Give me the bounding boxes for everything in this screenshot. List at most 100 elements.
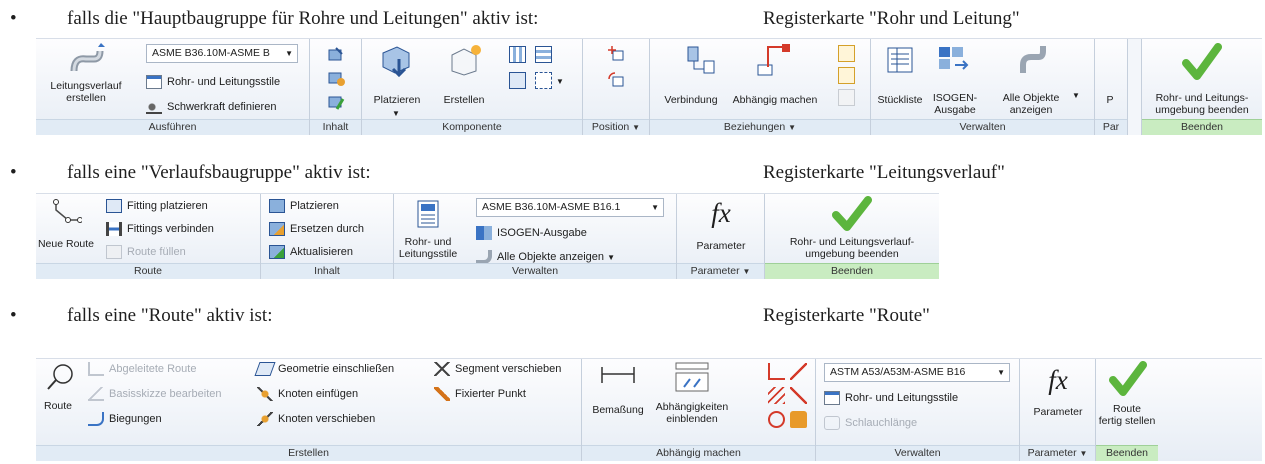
- move-segment-button[interactable]: Segment verschieben: [434, 361, 561, 378]
- group-label-inhalt-2: Inhalt: [261, 263, 393, 279]
- finish-environment-button[interactable]: Rohr- und Leitungs- umgebung beenden: [1142, 92, 1262, 116]
- new-route-button[interactable]: Neue Route: [36, 238, 96, 250]
- styles-button[interactable]: Rohr- und Leitungsstile: [394, 236, 462, 260]
- move-node-button[interactable]: Knoten verschieben: [257, 411, 375, 428]
- group-label-erstellen: Erstellen: [36, 445, 581, 461]
- place-label: Platzieren: [290, 200, 339, 212]
- bullet-line-3: • falls eine "Route" aktiv ist: Register…: [10, 305, 1260, 329]
- tab-name: Registerkarte "Route": [763, 305, 930, 326]
- route-run-icon: [70, 43, 106, 75]
- smooth-constraint-icon[interactable]: [768, 411, 785, 428]
- replace-button[interactable]: Ersetzen durch: [269, 221, 364, 238]
- ribbon-route: Route Abgeleitete Route Basisskizze bear…: [36, 358, 1262, 461]
- create-route-button[interactable]: Leitungsverlauf erstellen: [36, 80, 136, 104]
- bom-button[interactable]: Stückliste: [871, 94, 929, 106]
- group-label-inhalt: Inhalt: [310, 119, 361, 135]
- replace-content-icon[interactable]: [327, 69, 345, 87]
- isogen-icon: [937, 45, 971, 75]
- derived-route-button[interactable]: Abgeleitete Route: [88, 361, 196, 378]
- component-tool-icon-4[interactable]: [535, 72, 552, 89]
- edit-sketch-label: Basisskizze bearbeiten: [109, 388, 222, 400]
- relation-tool-icon-3[interactable]: [838, 89, 855, 106]
- insert-node-button[interactable]: Knoten einfügen: [257, 386, 358, 403]
- dependent-button[interactable]: Abhängig machen: [726, 94, 824, 106]
- chevron-down-icon: ▼: [788, 123, 797, 132]
- fill-route-label: Route füllen: [127, 246, 186, 258]
- finish-route-button[interactable]: Route fertig stellen: [1096, 403, 1158, 427]
- tangent-constraint-icon[interactable]: [790, 363, 807, 380]
- include-geometry-button[interactable]: Geometrie einschließen: [254, 361, 394, 378]
- group-label-verwalten: Verwalten: [871, 119, 1094, 135]
- insert-node-icon: [257, 387, 273, 402]
- place-content-icon[interactable]: [327, 46, 345, 64]
- edit-sketch-icon: [88, 387, 104, 402]
- style-select-3[interactable]: ASTM A53/A53M-ASME B16 ▼: [824, 363, 1010, 382]
- relation-tool-icon-1[interactable]: [838, 45, 855, 62]
- gravity-button[interactable]: Schwerkraft definieren: [146, 99, 276, 116]
- group-label-parameter-3[interactable]: Parameter ▼: [1020, 445, 1095, 461]
- isogen-button[interactable]: ISOGEN- Ausgabe: [929, 92, 981, 116]
- show-all-button[interactable]: Alle Objekte anzeigen: [985, 92, 1077, 116]
- fixed-point-icon: [434, 387, 450, 402]
- component-tool-icon-2[interactable]: [535, 46, 552, 63]
- edit-base-sketch-button[interactable]: Basisskizze bearbeiten: [88, 386, 222, 403]
- style-select-value: ASME B36.10M-ASME B16.1: [482, 201, 621, 213]
- show-all-icon: [476, 250, 492, 265]
- component-tool-icon-3[interactable]: [509, 72, 526, 89]
- show-constraints-button[interactable]: Abhängigkeiten einblenden: [654, 401, 730, 425]
- component-tool-icon-1[interactable]: [509, 46, 526, 63]
- fixed-point-button[interactable]: Fixierter Punkt: [434, 386, 526, 403]
- derived-route-label: Abgeleitete Route: [109, 363, 197, 375]
- group-label-verwalten-3: Verwalten: [816, 445, 1019, 461]
- connect-icon: [684, 43, 718, 77]
- group-label-parameter-2[interactable]: Parameter ▼: [677, 263, 764, 279]
- perpendicular-constraint-icon[interactable]: [768, 363, 785, 380]
- connect-fittings-label: Fittings verbinden: [127, 223, 214, 235]
- place-button[interactable]: Platzieren: [269, 198, 339, 215]
- include-geometry-icon: [254, 362, 276, 377]
- move-icon[interactable]: [607, 45, 625, 63]
- group-label-position[interactable]: Position ▼: [583, 119, 649, 135]
- connect-button[interactable]: Verbindung: [656, 94, 726, 106]
- style-select[interactable]: ASME B36.10M-ASME B ▼: [146, 44, 298, 63]
- parameter-button[interactable]: Parameter: [1020, 406, 1096, 418]
- gravity-label: Schwerkraft definieren: [167, 101, 277, 113]
- place-fitting-label: Fitting platzieren: [127, 200, 208, 212]
- pipe-styles-button-3[interactable]: Rohr- und Leitungsstile: [824, 390, 958, 407]
- ribbon-leitungsverlauf: Neue Route Fitting platzieren Fittings v…: [36, 193, 939, 279]
- update-button[interactable]: Aktualisieren: [269, 244, 353, 261]
- group-label-beziehungen[interactable]: Beziehungen ▼: [650, 119, 870, 135]
- place-component-button[interactable]: Platzieren: [366, 94, 428, 106]
- parameter-label: Parameter: [1027, 447, 1077, 459]
- isogen-output-button[interactable]: ISOGEN-Ausgabe: [476, 225, 587, 242]
- group-verwalten-3: ASTM A53/A53M-ASME B16 ▼ Rohr- und Leitu…: [816, 359, 1020, 461]
- relation-tool-icon-2[interactable]: [838, 67, 855, 84]
- lock-icon[interactable]: [790, 411, 807, 428]
- route-button[interactable]: Route: [36, 400, 80, 412]
- fixed-point-label: Fixierter Punkt: [455, 388, 526, 400]
- group-beenden-3: Route fertig stellen Beenden: [1096, 359, 1158, 461]
- fitting-icon: [106, 199, 122, 214]
- show-all-label: Alle Objekte anzeigen: [497, 251, 605, 263]
- angle-constraint-icon[interactable]: [790, 387, 807, 404]
- style-select-2[interactable]: ASME B36.10M-ASME B16.1 ▼: [476, 198, 664, 217]
- update-content-icon[interactable]: [327, 93, 345, 111]
- create-component-button[interactable]: Erstellen: [434, 94, 494, 106]
- rotate-icon[interactable]: [607, 71, 625, 89]
- connect-fittings-button[interactable]: Fittings verbinden: [106, 221, 214, 238]
- tab-name: Registerkarte "Rohr und Leitung": [763, 8, 1020, 29]
- bends-button[interactable]: Biegungen: [88, 411, 162, 428]
- parameter-button[interactable]: P: [1095, 94, 1125, 106]
- fill-route-button[interactable]: Route füllen: [106, 244, 186, 261]
- hose-length-button[interactable]: Schlauchlänge: [824, 415, 917, 432]
- pipe-styles-button[interactable]: Rohr- und Leitungsstile: [146, 74, 280, 91]
- place-fitting-button[interactable]: Fitting platzieren: [106, 198, 208, 215]
- show-all-dropdown[interactable]: ▼: [1072, 89, 1080, 102]
- parameter-button[interactable]: Parameter: [677, 240, 765, 252]
- insert-node-label: Knoten einfügen: [278, 388, 359, 400]
- show-all-icon: [1017, 43, 1047, 77]
- parallel-constraint-icon[interactable]: [768, 387, 785, 404]
- dimension-button[interactable]: Bemaßung: [582, 404, 654, 416]
- component-tool-dropdown[interactable]: ▼: [556, 75, 564, 88]
- finish-route-env-button[interactable]: Rohr- und Leitungsverlauf- umgebung been…: [765, 236, 939, 260]
